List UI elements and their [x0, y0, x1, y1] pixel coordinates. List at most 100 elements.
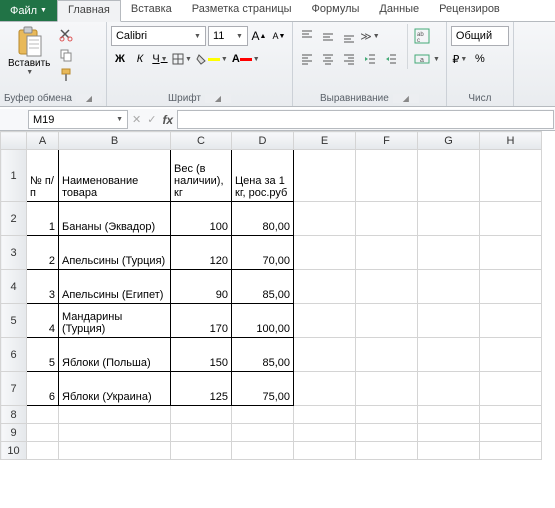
cell[interactable]: 100,00 [232, 304, 294, 338]
accounting-format-button[interactable]: ₽▼ [451, 49, 469, 69]
cell[interactable] [171, 442, 232, 460]
cell[interactable] [27, 424, 59, 442]
cell[interactable] [356, 150, 418, 202]
row-header[interactable]: 4 [1, 270, 27, 304]
cell[interactable] [356, 304, 418, 338]
cut-button[interactable] [56, 26, 76, 44]
number-format-combo[interactable]: Общий [451, 26, 509, 46]
cell[interactable] [232, 424, 294, 442]
cell[interactable]: 125 [171, 372, 232, 406]
cell[interactable] [356, 270, 418, 304]
fill-color-button[interactable]: ▼ [195, 49, 229, 69]
tab-file[interactable]: Файл ▼ [0, 0, 57, 21]
cell[interactable] [418, 338, 480, 372]
cell[interactable]: 5 [27, 338, 59, 372]
orientation-button[interactable]: ≫▼ [360, 26, 380, 46]
shrink-font-button[interactable]: A▼ [270, 26, 288, 46]
cell[interactable]: Мандарины (Турция) [59, 304, 171, 338]
cell[interactable] [294, 406, 356, 424]
align-top-button[interactable] [297, 26, 317, 46]
cell[interactable]: 85,00 [232, 338, 294, 372]
cell[interactable] [294, 424, 356, 442]
font-color-button[interactable]: A▼ [231, 49, 261, 69]
cell[interactable] [232, 442, 294, 460]
cell[interactable]: 4 [27, 304, 59, 338]
col-header[interactable]: E [294, 132, 356, 150]
cell[interactable] [480, 372, 542, 406]
wrap-text-button[interactable]: abc [412, 26, 442, 46]
align-middle-button[interactable] [318, 26, 338, 46]
decrease-indent-button[interactable] [360, 49, 380, 69]
bold-button[interactable]: Ж [111, 49, 129, 69]
cell[interactable] [480, 338, 542, 372]
align-center-button[interactable] [318, 49, 338, 69]
formula-input[interactable] [177, 110, 554, 129]
cell[interactable] [418, 304, 480, 338]
cancel-formula-button[interactable]: ✕ [132, 113, 141, 126]
cell[interactable]: 3 [27, 270, 59, 304]
tab-data[interactable]: Данные [369, 0, 429, 21]
cell[interactable] [294, 442, 356, 460]
tab-page-layout[interactable]: Разметка страницы [182, 0, 302, 21]
format-painter-button[interactable] [56, 66, 76, 84]
tab-review[interactable]: Рецензиров [429, 0, 510, 21]
cell[interactable] [480, 270, 542, 304]
font-size-combo[interactable]: 11▼ [208, 26, 248, 46]
cell[interactable] [171, 424, 232, 442]
merge-button[interactable]: a▼ [412, 49, 442, 69]
cell[interactable] [356, 406, 418, 424]
cell[interactable] [356, 372, 418, 406]
cell[interactable] [480, 150, 542, 202]
cell[interactable] [27, 406, 59, 424]
row-header[interactable]: 6 [1, 338, 27, 372]
cell[interactable]: 1 [27, 202, 59, 236]
cell[interactable] [171, 406, 232, 424]
cell[interactable] [59, 424, 171, 442]
cell[interactable] [294, 150, 356, 202]
cell[interactable] [59, 442, 171, 460]
cell[interactable] [418, 150, 480, 202]
cell[interactable] [418, 236, 480, 270]
cell[interactable]: № п/п [27, 150, 59, 202]
increase-indent-button[interactable] [381, 49, 401, 69]
cell[interactable] [480, 406, 542, 424]
cell[interactable]: Яблоки (Польша) [59, 338, 171, 372]
cell[interactable]: Яблоки (Украина) [59, 372, 171, 406]
cell[interactable] [294, 372, 356, 406]
cell[interactable]: 90 [171, 270, 232, 304]
font-name-combo[interactable]: Calibri▼ [111, 26, 206, 46]
cell[interactable] [480, 236, 542, 270]
tab-formulas[interactable]: Формулы [302, 0, 370, 21]
cell[interactable]: 70,00 [232, 236, 294, 270]
borders-button[interactable]: ▼ [171, 49, 193, 69]
dialog-launcher-icon[interactable]: ◢ [205, 94, 231, 103]
row-header[interactable]: 7 [1, 372, 27, 406]
cell[interactable]: 80,00 [232, 202, 294, 236]
cell[interactable] [294, 236, 356, 270]
cell[interactable] [418, 202, 480, 236]
cell[interactable] [480, 442, 542, 460]
tab-insert[interactable]: Вставка [121, 0, 182, 21]
cell[interactable] [294, 338, 356, 372]
row-header[interactable]: 9 [1, 424, 27, 442]
align-bottom-button[interactable] [339, 26, 359, 46]
cell[interactable]: 85,00 [232, 270, 294, 304]
row-header[interactable]: 8 [1, 406, 27, 424]
col-header[interactable]: G [418, 132, 480, 150]
cell[interactable] [480, 424, 542, 442]
cell[interactable] [356, 424, 418, 442]
percent-format-button[interactable]: % [471, 49, 489, 69]
cell[interactable] [418, 372, 480, 406]
col-header[interactable]: D [232, 132, 294, 150]
cell[interactable] [356, 236, 418, 270]
col-header[interactable]: B [59, 132, 171, 150]
cell[interactable] [27, 442, 59, 460]
name-box[interactable]: M19▼ [28, 110, 128, 129]
cell[interactable]: Вес (в наличии), кг [171, 150, 232, 202]
col-header[interactable]: H [480, 132, 542, 150]
insert-function-button[interactable]: fx [162, 113, 173, 127]
cell[interactable]: Цена за 1 кг, рос.руб [232, 150, 294, 202]
cell[interactable] [418, 424, 480, 442]
underline-button[interactable]: Ч▼ [151, 49, 169, 69]
spreadsheet-grid[interactable]: A B C D E F G H 1 № п/п Наименование тов… [0, 131, 555, 460]
